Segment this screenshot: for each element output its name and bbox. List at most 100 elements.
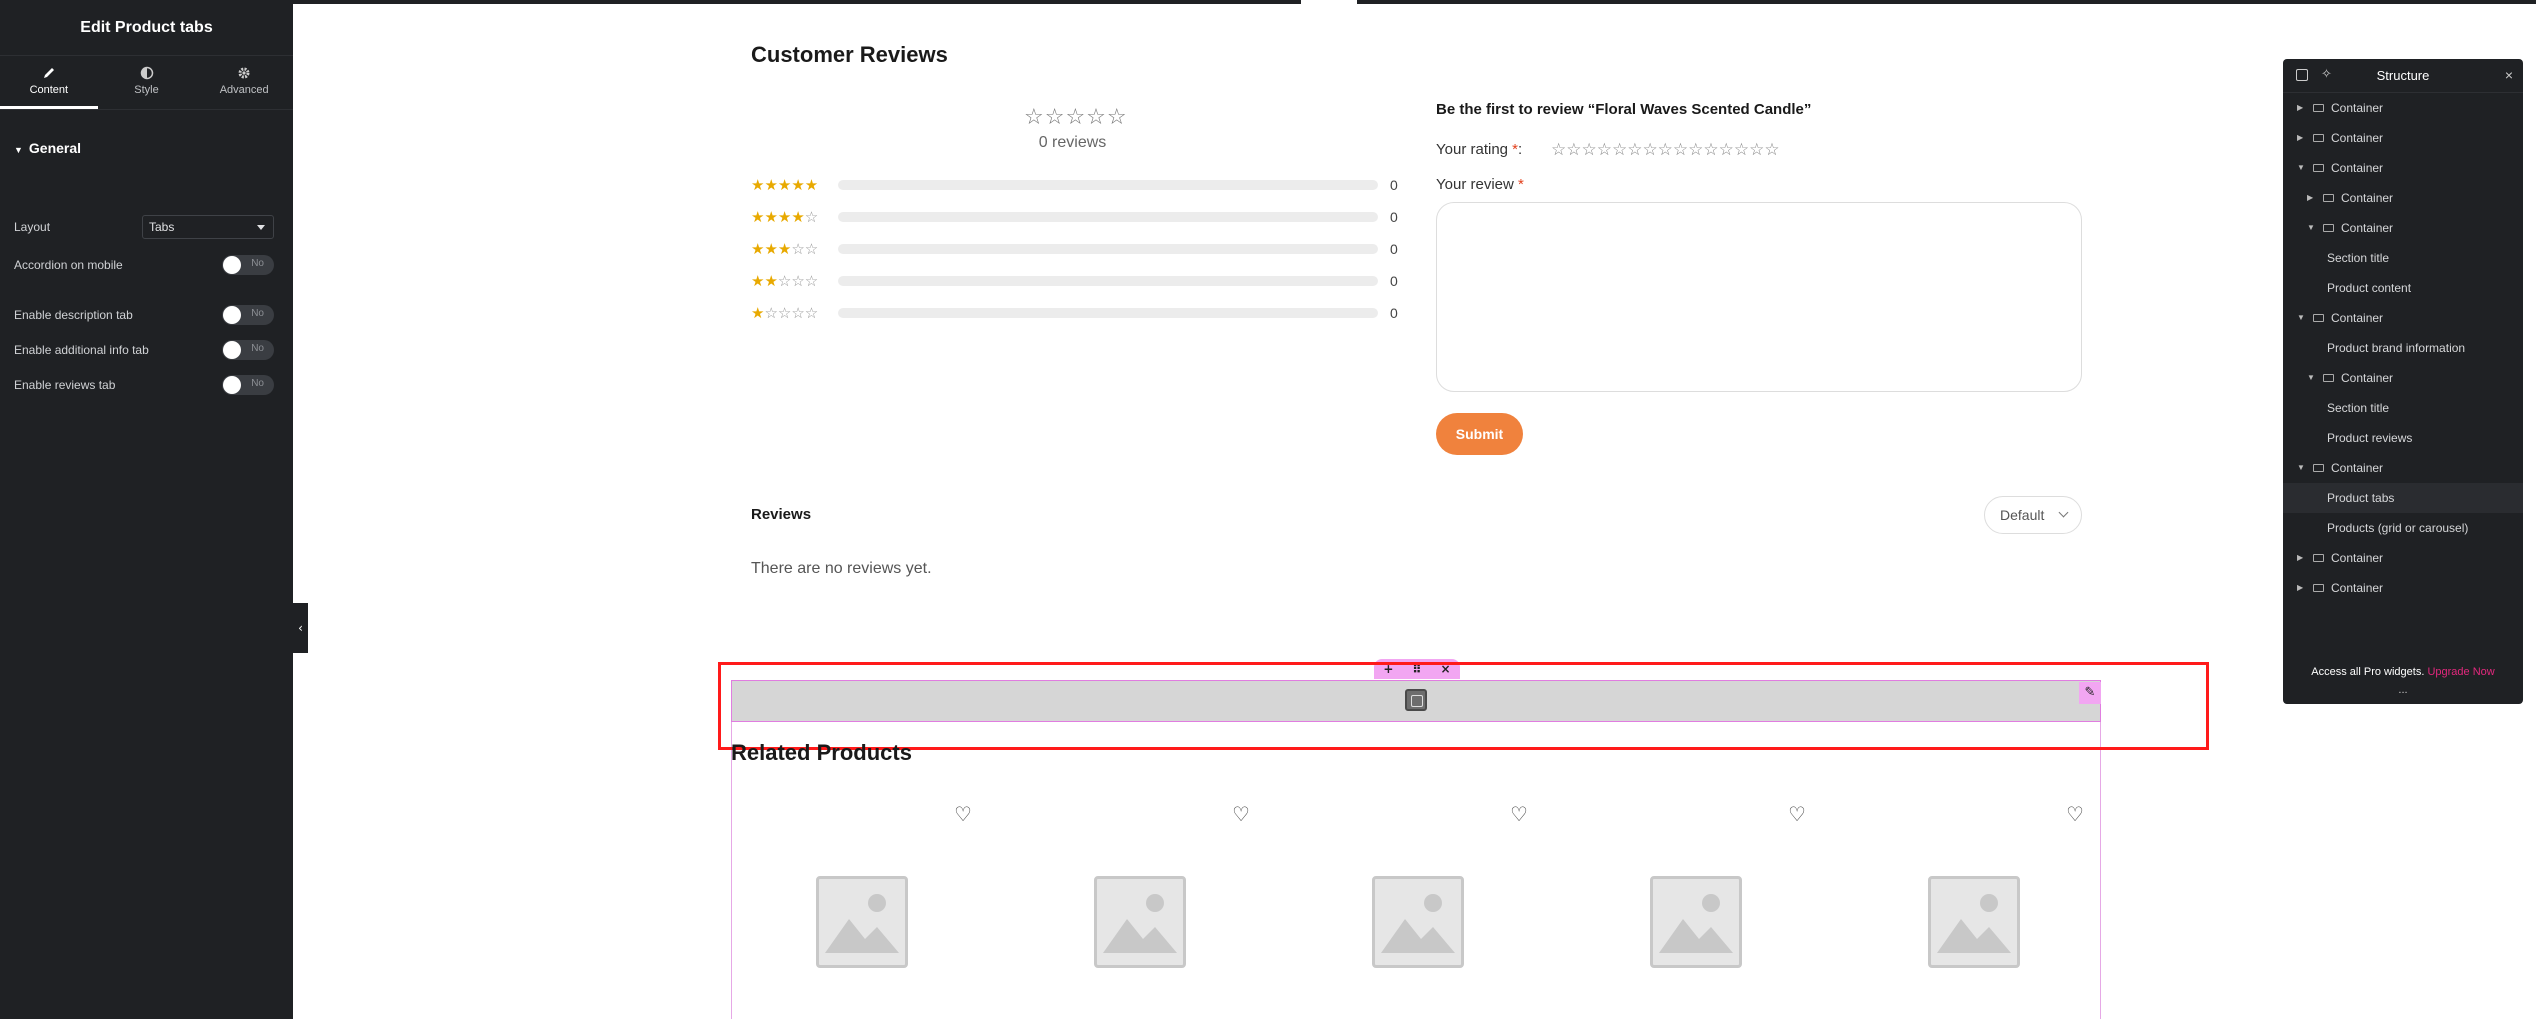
review-textarea[interactable] <box>1436 202 2082 392</box>
container-icon <box>2313 554 2324 562</box>
empty-stars: ☆ <box>804 208 819 226</box>
rating-row-5: ★★★★★ 0 <box>751 175 1401 195</box>
section-general[interactable]: ▼ General <box>14 140 81 156</box>
product-image-placeholder[interactable] <box>1928 876 2020 968</box>
accordion-mobile-toggle[interactable]: No <box>222 255 274 275</box>
filled-stars: ★★★★★ <box>751 176 819 194</box>
container-icon <box>2313 314 2324 322</box>
no-reviews-text: There are no reviews yet. <box>751 560 932 577</box>
toggle-state: No <box>251 343 264 354</box>
top-strip <box>293 0 2536 4</box>
filled-stars: ★★★★ <box>751 208 805 226</box>
more-dots[interactable]: ... <box>2283 684 2523 696</box>
structure-item-label: Container <box>2331 461 2384 475</box>
reviews-tab-label: Enable reviews tab <box>14 378 116 392</box>
structure-item[interactable]: Section title <box>2283 393 2523 423</box>
structure-item[interactable]: ▶ Container <box>2283 183 2523 213</box>
wishlist-heart-icon[interactable]: ♡ <box>1788 804 1808 824</box>
wishlist-heart-icon[interactable]: ♡ <box>954 804 974 824</box>
structure-item[interactable]: Product tabs <box>2283 483 2523 513</box>
rating-stars: ★★★★★ <box>751 176 836 194</box>
editor-panel: Edit Product tabs Content Style Advanced… <box>0 0 293 1019</box>
rating-star-picker[interactable]: ☆☆☆☆☆☆☆☆☆☆☆☆☆☆☆ <box>1551 140 1780 160</box>
structure-title: Structure <box>2376 68 2430 83</box>
structure-item[interactable]: ▼ Container <box>2283 153 2523 183</box>
caret-right-icon[interactable]: ▶ <box>2297 93 2303 123</box>
reviews-tab-control: Enable reviews tab No <box>14 371 274 399</box>
filled-stars: ★★★ <box>751 240 792 258</box>
your-rating-text: Your rating <box>1436 141 1508 158</box>
reviews-tab-toggle[interactable]: No <box>222 375 274 395</box>
your-review-text: Your review <box>1436 176 1514 193</box>
image-placeholder-icon <box>1659 894 1733 953</box>
structure-item[interactable]: ▶ Container <box>2283 93 2523 123</box>
filled-stars: ★★ <box>751 272 778 290</box>
rating-bar <box>838 180 1378 190</box>
caret-right-icon[interactable]: ▶ <box>2297 123 2303 153</box>
caret-down-icon[interactable]: ▼ <box>2307 213 2315 243</box>
container-icon <box>2313 104 2324 112</box>
structure-panel: ✧ Structure × ▶ Container ▶ Container ▼ Conta… <box>2283 59 2523 704</box>
structure-item-label: Product reviews <box>2327 431 2413 445</box>
promo-text: Access all Pro widgets. <box>2311 666 2425 678</box>
close-icon[interactable]: × <box>2505 67 2513 83</box>
additional-info-tab-toggle[interactable]: No <box>222 340 274 360</box>
caret-down-icon[interactable]: ▼ <box>2297 153 2305 183</box>
structure-item[interactable]: Products (grid or carousel) <box>2283 513 2523 543</box>
wishlist-heart-icon[interactable]: ♡ <box>1232 804 1252 824</box>
structure-item[interactable]: ▼ Container <box>2283 363 2523 393</box>
structure-item-label: Container <box>2341 371 2394 385</box>
average-stars: ☆☆☆☆☆ <box>1024 105 1128 130</box>
product-image-placeholder[interactable] <box>1094 876 1186 968</box>
container-icon <box>2323 224 2334 232</box>
structure-item-label: Section title <box>2327 251 2390 265</box>
caret-right-icon[interactable]: ▶ <box>2307 183 2313 213</box>
description-tab-toggle[interactable]: No <box>222 305 274 325</box>
structure-item-label: Container <box>2341 221 2394 235</box>
wishlist-heart-icon[interactable]: ♡ <box>2066 804 2086 824</box>
additional-info-tab-control: Enable additional info tab No <box>14 336 274 364</box>
tab-advanced[interactable]: Advanced <box>195 56 293 109</box>
structure-item[interactable]: Product brand information <box>2283 333 2523 363</box>
container-icon <box>2313 584 2324 592</box>
structure-item[interactable]: Product content <box>2283 273 2523 303</box>
selection-outline <box>718 662 2209 750</box>
rating-stars: ★★★★☆ <box>751 208 836 226</box>
rating-bar <box>838 244 1378 254</box>
toggle-state: No <box>251 308 264 319</box>
product-image-placeholder[interactable] <box>1372 876 1464 968</box>
product-image-placeholder[interactable] <box>1650 876 1742 968</box>
wishlist-heart-icon[interactable]: ♡ <box>1510 804 1530 824</box>
structure-item-label: Container <box>2331 161 2384 175</box>
submit-button[interactable]: Submit <box>1436 413 1523 455</box>
container-icon <box>2323 194 2334 202</box>
structure-item[interactable]: Product reviews <box>2283 423 2523 453</box>
caret-right-icon[interactable]: ▶ <box>2297 543 2303 573</box>
caret-right-icon[interactable]: ▶ <box>2297 573 2303 603</box>
product-image-placeholder[interactable] <box>816 876 908 968</box>
structure-item[interactable]: ▶ Container <box>2283 543 2523 573</box>
caret-down-icon[interactable]: ▼ <box>2307 363 2315 393</box>
layout-select-value: Tabs <box>149 220 175 234</box>
caret-down-icon[interactable]: ▼ <box>2297 303 2305 333</box>
structure-item[interactable]: Section title <box>2283 243 2523 273</box>
structure-item[interactable]: ▼ Container <box>2283 453 2523 483</box>
structure-item-label: Container <box>2331 311 2384 325</box>
structure-item[interactable]: ▼ Container <box>2283 213 2523 243</box>
structure-item-label: Container <box>2341 191 2394 205</box>
top-strip-indicator <box>1301 0 1357 4</box>
rating-count: 0 <box>1390 305 1398 321</box>
rating-row-4: ★★★★☆ 0 <box>751 207 1401 227</box>
upgrade-link[interactable]: Upgrade Now <box>2427 666 2494 678</box>
toggle-knob <box>223 341 241 359</box>
tab-content-label: Content <box>29 84 69 96</box>
caret-down-icon[interactable]: ▼ <box>2297 453 2305 483</box>
reviews-sort-select[interactable]: Default <box>1984 496 2082 534</box>
collapse-panel-button[interactable]: ‹ <box>293 603 308 653</box>
tab-style[interactable]: Style <box>98 56 196 109</box>
tab-content[interactable]: Content <box>0 56 98 109</box>
layout-select[interactable]: Tabs <box>142 215 274 239</box>
structure-item[interactable]: ▼ Container <box>2283 303 2523 333</box>
structure-item[interactable]: ▶ Container <box>2283 573 2523 603</box>
structure-item[interactable]: ▶ Container <box>2283 123 2523 153</box>
